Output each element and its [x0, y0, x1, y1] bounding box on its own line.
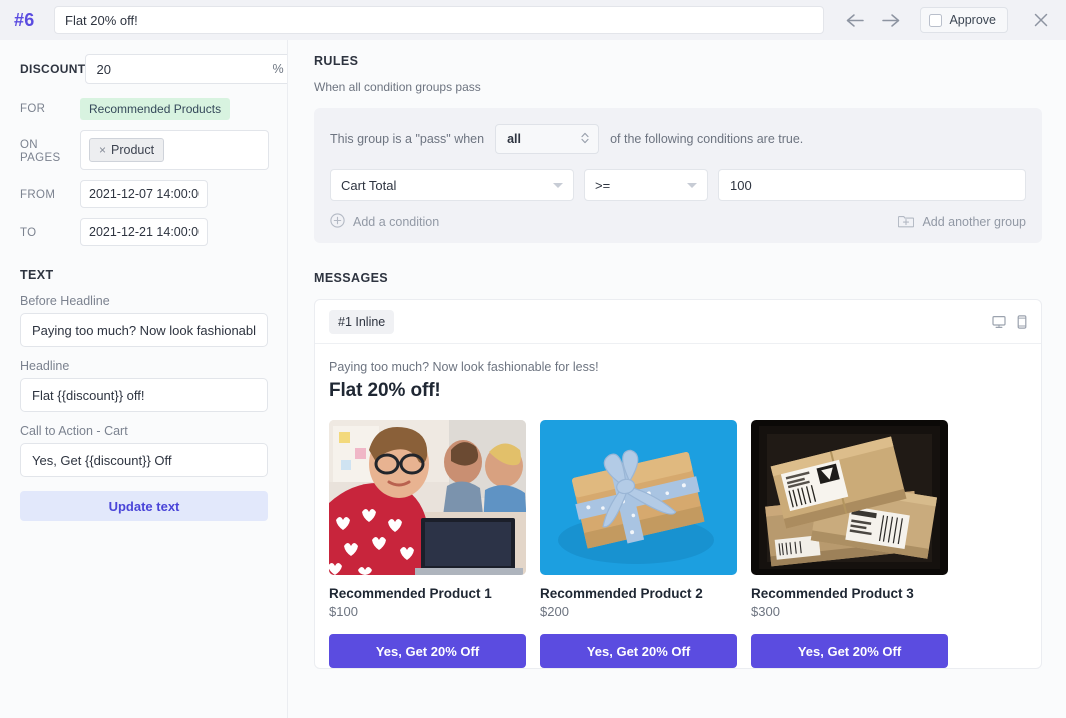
chevron-down-icon [687, 182, 697, 188]
folder-plus-icon [898, 213, 915, 231]
preview-before-headline: Paying too much? Now look fashionable fo… [329, 360, 599, 374]
preview-headline: Flat 20% off! [329, 380, 441, 401]
product-price: $100 [329, 604, 358, 619]
rules-heading: RULES [314, 54, 359, 68]
close-icon[interactable] [1030, 9, 1052, 31]
stepper-updown-icon [580, 131, 590, 148]
rules-subtitle: When all condition groups pass [314, 80, 481, 94]
product-card: Recommended Product 3 $300 Yes, Get 20% … [751, 420, 948, 668]
arrow-left-icon[interactable] [844, 10, 866, 30]
product-price: $200 [540, 604, 569, 619]
cta-cart-input[interactable] [20, 443, 268, 477]
on-pages-tag-input[interactable]: × Product [80, 130, 269, 170]
add-another-group-label: Add another group [922, 215, 1026, 229]
page-tag-product[interactable]: × Product [89, 138, 165, 162]
on-pages-label-line2: PAGES [20, 152, 61, 164]
product-card: Recommended Product 1 $100 Yes, Get 20% … [329, 420, 526, 668]
from-date-input[interactable] [80, 180, 208, 208]
condition-field-select[interactable]: Cart Total [330, 169, 574, 201]
approve-label: Approve [949, 13, 996, 27]
cta-cart-label: Call to Action - Cart [20, 424, 128, 438]
condition-operator-select[interactable]: >= [584, 169, 708, 201]
condition-row: Cart Total >= [330, 169, 1026, 201]
remove-tag-icon[interactable]: × [99, 143, 106, 157]
arrow-right-icon[interactable] [880, 10, 902, 30]
settings-sidebar: DISCOUNT % FOR Recommended Products ON [0, 40, 288, 718]
page-tag-label: Product [111, 143, 155, 157]
product-cta-button[interactable]: Yes, Get 20% Off [751, 634, 948, 668]
headline-input[interactable] [20, 378, 268, 412]
for-audience-chip[interactable]: Recommended Products [80, 98, 231, 120]
desktop-monitor-icon[interactable] [992, 315, 1006, 329]
to-label: TO [20, 227, 37, 239]
navigation-arrows [844, 10, 902, 30]
group-match-value: all [507, 132, 521, 146]
product-image [751, 420, 948, 575]
group-footer: Add a condition Add another group [330, 213, 1026, 231]
discount-label: DISCOUNT [20, 62, 86, 76]
update-text-button[interactable]: Update text [20, 491, 268, 521]
product-card: Recommended Product 2 $200 Yes, Get 20% … [540, 420, 737, 668]
for-row: FOR Recommended Products [20, 94, 269, 120]
editor-body: DISCOUNT % FOR Recommended Products ON [0, 40, 1066, 718]
product-cta-button[interactable]: Yes, Get 20% Off [329, 634, 526, 668]
product-image [540, 420, 737, 575]
viewport-toggle-group [992, 314, 1027, 329]
messages-heading: MESSAGES [314, 271, 389, 285]
message-preview-card: #1 Inline Paying too much? Now look fash… [314, 299, 1042, 669]
product-image [329, 420, 526, 575]
message-index-badge: #1 Inline [329, 309, 395, 334]
on-pages-row: ON PAGES × Product [20, 130, 269, 170]
product-cta-button[interactable]: Yes, Get 20% Off [540, 634, 737, 668]
chevron-down-icon [553, 182, 563, 188]
product-price: $300 [751, 604, 780, 619]
discount-input[interactable] [96, 61, 273, 77]
product-title: Recommended Product 1 [329, 586, 492, 601]
top-header-bar: #6 Approve [0, 0, 1066, 40]
percent-symbol: % [272, 62, 284, 76]
add-condition-label: Add a condition [353, 215, 440, 229]
for-label: FOR [20, 103, 46, 115]
headline-label: Headline [20, 359, 70, 373]
product-title: Recommended Product 2 [540, 586, 703, 601]
group-match-row: This group is a "pass" when all of the f… [330, 124, 1026, 154]
mobile-phone-icon[interactable] [1017, 314, 1027, 329]
discount-row: DISCOUNT % [20, 54, 287, 84]
discount-field-wrapper: % [85, 54, 287, 84]
approve-button[interactable]: Approve [920, 7, 1008, 33]
add-another-group-button[interactable]: Add another group [898, 213, 1026, 231]
on-pages-label: ON PAGES [20, 130, 80, 165]
plus-circle-icon [330, 213, 345, 231]
condition-operator-value: >= [595, 177, 611, 193]
on-pages-label-line1: ON [20, 139, 38, 151]
main-panel: RULES When all condition groups pass Thi… [288, 40, 1066, 718]
product-title: Recommended Product 3 [751, 586, 914, 601]
before-headline-input[interactable] [20, 313, 268, 347]
condition-group: This group is a "pass" when all of the f… [314, 108, 1042, 243]
message-card-body: Paying too much? Now look fashionable fo… [315, 344, 1041, 668]
approve-checkbox[interactable] [929, 13, 943, 27]
product-list: Recommended Product 1 $100 Yes, Get 20% … [329, 420, 1027, 668]
campaign-id-label: #6 [14, 9, 35, 30]
before-headline-label: Before Headline [20, 294, 110, 308]
to-date-input[interactable] [80, 218, 208, 246]
from-label: FROM [20, 189, 56, 201]
text-section-heading: TEXT [20, 268, 54, 282]
campaign-editor-window: #6 Approve DISCOUNT % [0, 0, 1066, 718]
campaign-title-input[interactable] [54, 6, 825, 34]
from-row: FROM [20, 180, 269, 208]
to-row: TO [20, 218, 269, 246]
message-card-header: #1 Inline [315, 300, 1041, 344]
group-prefix-text: This group is a "pass" when [330, 132, 485, 146]
add-condition-button[interactable]: Add a condition [330, 213, 439, 231]
condition-value-input[interactable] [718, 169, 1026, 201]
group-suffix-text: of the following conditions are true. [610, 132, 804, 146]
condition-field-value: Cart Total [341, 177, 397, 193]
group-match-select[interactable]: all [495, 124, 600, 154]
